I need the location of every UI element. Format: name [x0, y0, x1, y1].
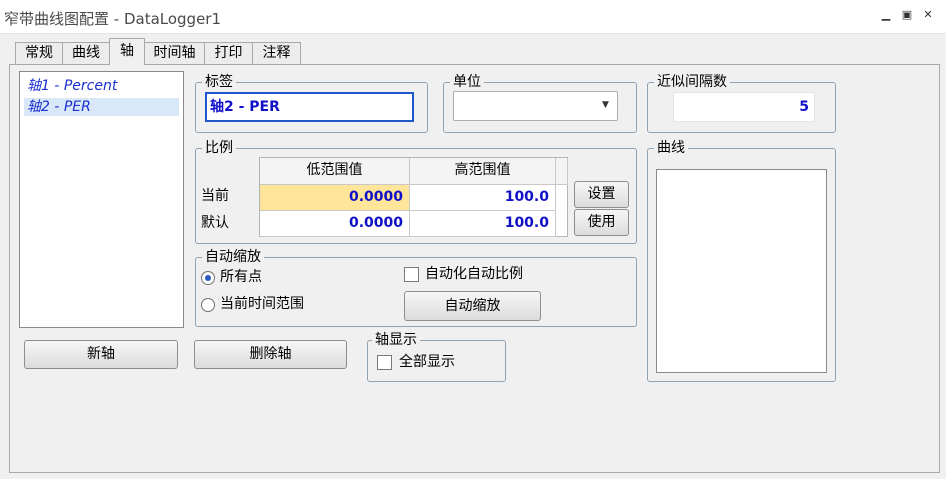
axis-label-input[interactable]: 轴2 - PER [205, 92, 414, 122]
close-icon[interactable]: ✕ [921, 9, 935, 21]
minimize-icon[interactable]: ▁ [879, 9, 893, 21]
current-low-cell[interactable]: 0.0000 [260, 185, 410, 211]
restore-icon[interactable]: ▣ [900, 9, 914, 21]
use-button[interactable]: 使用 [574, 209, 629, 236]
unit-group-title: 单位 [450, 74, 484, 90]
row-label-current: 当前 [201, 188, 229, 204]
all-points-radio[interactable] [201, 271, 215, 285]
axis-display-group-title: 轴显示 [372, 332, 420, 348]
label-group-title: 标签 [202, 74, 236, 90]
axis-list-item-selected[interactable]: 轴2 - PER [24, 98, 179, 116]
tab-general[interactable]: 常规 [15, 42, 63, 64]
time-range-radio[interactable] [201, 298, 215, 312]
interval-value: 5 [799, 99, 809, 115]
show-all-checkbox[interactable] [377, 355, 392, 370]
axis-list-item[interactable]: 轴1 - Percent [24, 77, 179, 95]
axis-label-value: 轴2 - PER [210, 99, 280, 115]
set-button[interactable]: 设置 [574, 181, 629, 208]
tab-time-axis[interactable]: 时间轴 [144, 42, 205, 64]
title-bar: 窄带曲线图配置 - DataLogger1 ▁ ▣ ✕ [0, 0, 946, 34]
column-header-low: 低范围值 [260, 158, 410, 185]
interval-group-title: 近似间隔数 [654, 74, 730, 90]
tab-print[interactable]: 打印 [204, 42, 253, 64]
tab-curves[interactable]: 曲线 [62, 42, 110, 64]
all-points-label[interactable]: 所有点 [220, 269, 262, 286]
curve-list[interactable] [656, 169, 827, 373]
row-label-default: 默认 [201, 215, 229, 231]
axis-list[interactable]: 轴1 - Percent 轴2 - PER [19, 71, 184, 328]
column-header-spacer [556, 158, 568, 185]
current-high-cell[interactable]: 100.0 [410, 185, 556, 211]
interval-input[interactable]: 5 [673, 92, 815, 122]
unit-select[interactable]: ▼ [453, 91, 618, 121]
new-axis-button[interactable]: 新轴 [24, 340, 178, 369]
curve-group-title: 曲线 [654, 140, 688, 156]
tab-annotations[interactable]: 注释 [252, 42, 301, 64]
time-range-label[interactable]: 当前时间范围 [220, 296, 304, 313]
default-high-cell[interactable]: 100.0 [410, 211, 556, 237]
auto-autoscale-label[interactable]: 自动化自动比例 [425, 266, 523, 283]
default-low-cell[interactable]: 0.0000 [260, 211, 410, 237]
column-header-high: 高范围值 [410, 158, 556, 185]
window-title: 窄带曲线图配置 - DataLogger1 [4, 10, 222, 28]
scale-grid: 低范围值 高范围值 0.0000 100.0 0.0000 100.0 [259, 157, 568, 237]
dropdown-arrow-icon[interactable]: ▼ [602, 100, 609, 110]
autoscale-group-title: 自动缩放 [202, 249, 264, 265]
scale-group-title: 比例 [202, 140, 236, 156]
delete-axis-button[interactable]: 删除轴 [194, 340, 347, 369]
show-all-label[interactable]: 全部显示 [399, 354, 455, 371]
tab-axis[interactable]: 轴 [109, 38, 145, 65]
auto-autoscale-checkbox[interactable] [404, 267, 419, 282]
autoscale-button[interactable]: 自动缩放 [404, 291, 541, 321]
